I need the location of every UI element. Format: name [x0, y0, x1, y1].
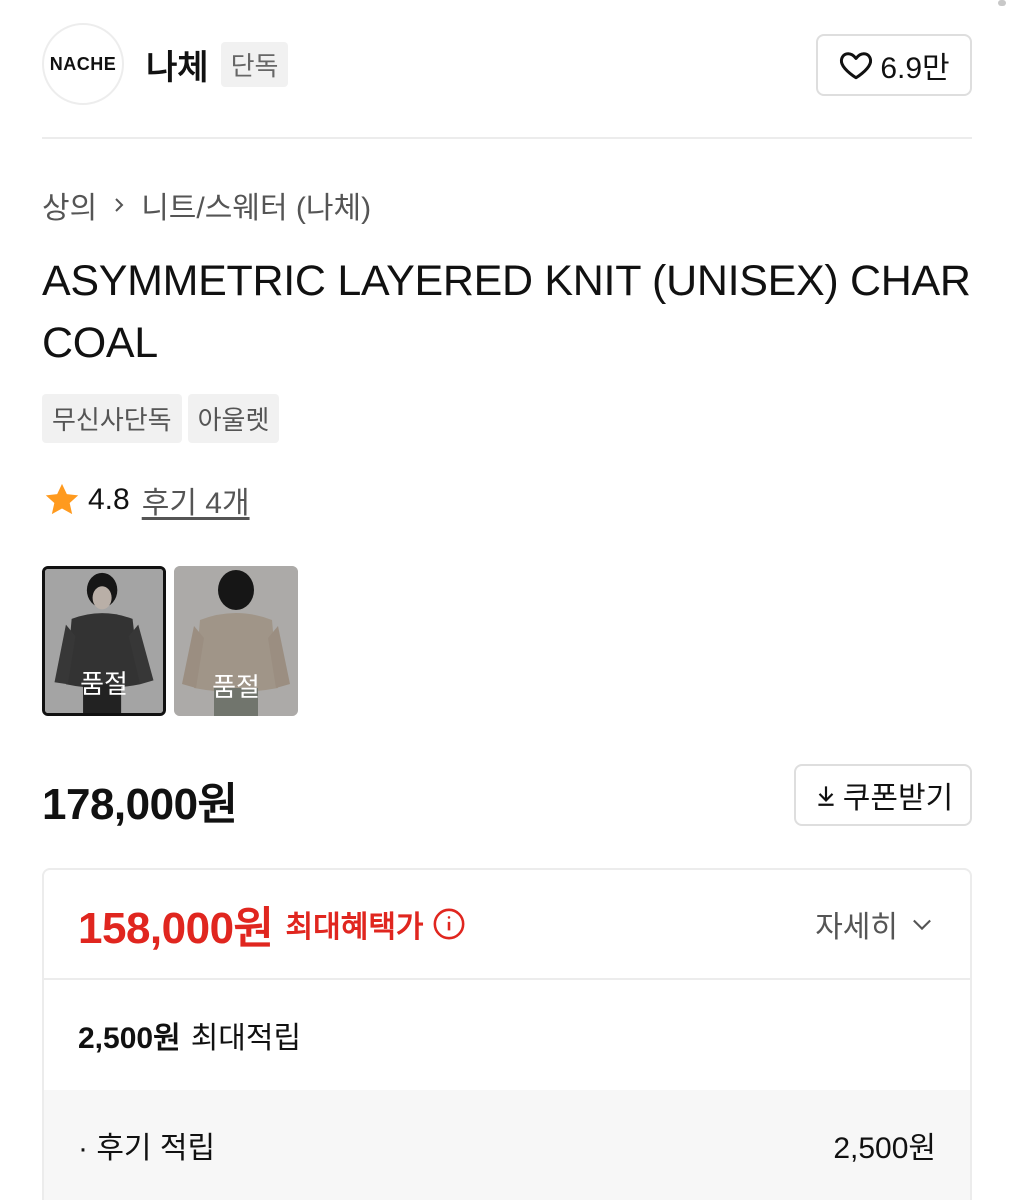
- like-count: 6.9만: [880, 52, 950, 85]
- soldout-label: 품절: [212, 672, 260, 702]
- breadcrumb-subcategory[interactable]: 니트/스웨터 (나체): [141, 183, 371, 227]
- info-icon[interactable]: [432, 907, 466, 941]
- breadcrumb: 상의 니트/스웨터 (나체): [42, 183, 371, 227]
- swatch-charcoal[interactable]: 품절: [42, 566, 166, 716]
- max-points-label: 최대적립: [190, 1022, 302, 1055]
- brand-logo[interactable]: NACHE: [42, 23, 124, 105]
- star-icon: [45, 483, 79, 515]
- exclusive-badge: 단독: [220, 41, 289, 87]
- benefit-header[interactable]: 158,000원 최대혜택가 자세히: [44, 870, 970, 980]
- soldout-label: 품절: [80, 669, 128, 699]
- max-points-amount: 2,500원: [78, 1022, 181, 1055]
- tag-outlet: 아울렛: [187, 394, 280, 443]
- product-title: ASYMMETRIC LAYERED KNIT (UNISEX) CHARCOA…: [42, 257, 971, 367]
- download-icon: [818, 786, 834, 806]
- product-tags: 무신사단독 아울렛: [42, 394, 280, 443]
- chevron-right-icon: [109, 195, 129, 215]
- coupon-button[interactable]: 쿠폰받기: [794, 764, 972, 826]
- rating-score: 4.8: [88, 483, 130, 516]
- max-benefit-label: 최대혜택가: [285, 911, 424, 944]
- swatch-beige[interactable]: 품절: [174, 566, 298, 716]
- heart-icon: [840, 52, 873, 80]
- like-button[interactable]: 6.9만: [816, 34, 972, 96]
- review-points-amount: 2,500원: [833, 1132, 936, 1165]
- brand-bar: NACHE 나체 단독 6.9만: [42, 22, 972, 106]
- coupon-label: 쿠폰받기: [842, 782, 954, 815]
- review-points-label: · 후기 적립: [78, 1132, 216, 1165]
- brand-name[interactable]: 나체: [146, 40, 209, 89]
- review-points-row: · 후기 적립 2,500원: [44, 1090, 970, 1200]
- scroll-indicator: [998, 0, 1006, 6]
- rating: 4.8 후기 4개: [42, 478, 250, 522]
- max-benefit-price: 158,000원: [78, 904, 274, 953]
- detail-label: 자세히: [815, 911, 898, 944]
- breadcrumb-category[interactable]: 상의: [42, 183, 97, 227]
- review-count-link[interactable]: 후기 4개: [142, 478, 250, 522]
- product-price: 178,000원: [42, 780, 238, 829]
- chevron-down-icon: [913, 919, 931, 931]
- divider: [42, 137, 972, 139]
- color-swatches: 품절 품절: [42, 566, 298, 716]
- benefit-box: 158,000원 최대혜택가 자세히 2,500원 최대적립 · 후기 적립 2…: [42, 868, 972, 1200]
- detail-toggle[interactable]: 자세히: [815, 902, 936, 946]
- tag-exclusive: 무신사단독: [42, 394, 182, 443]
- max-points-row: 2,500원 최대적립: [44, 980, 970, 1090]
